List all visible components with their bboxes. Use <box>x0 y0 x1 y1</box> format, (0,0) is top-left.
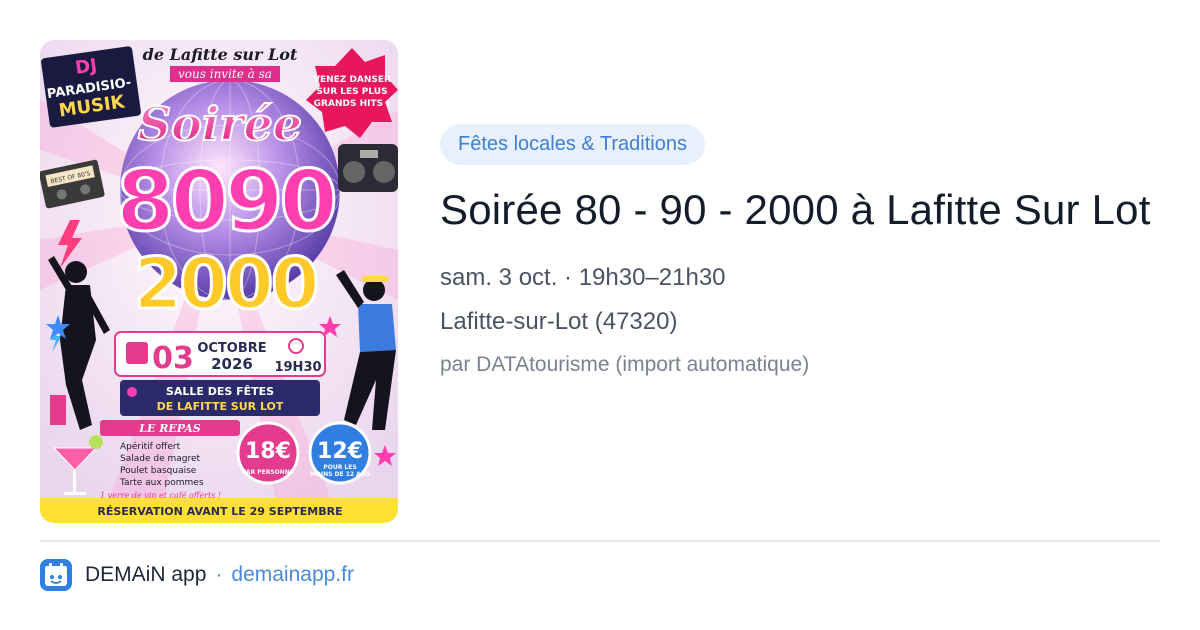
poster-venue-1: SALLE DES FÊTES <box>166 385 274 398</box>
boombox-icon <box>338 144 398 192</box>
poster-8090: 8090 <box>116 152 334 250</box>
poster-menu-item-1: Apéritif offert <box>120 441 181 452</box>
poster-promo-3: GRANDS HITS ! <box>314 99 391 109</box>
poster-time: 19H30 <box>274 360 321 375</box>
poster-year: 2026 <box>211 355 253 373</box>
event-location: Lafitte-sur-Lot (47320) <box>440 308 678 335</box>
calendar-icon <box>126 342 148 364</box>
app-logo-icon <box>40 559 72 591</box>
poster-day: 03 <box>152 341 194 376</box>
poster-header-2: vous invite à sa <box>178 67 272 81</box>
event-source: par DATAtourisme (import automatique) <box>440 353 810 376</box>
poster-artwork: DJ PARADISIO- MUSIK de Lafitte sur Lot v… <box>40 40 398 523</box>
event-info: Fêtes locales & Traditions Soirée 80 - 9… <box>440 124 1160 379</box>
poster-menu-item-2: Salade de magret <box>120 454 201 464</box>
footer-divider <box>40 540 1160 542</box>
footer: DEMAiN app · demainapp.fr <box>40 558 354 592</box>
event-meta: sam. 3 oct. · 19h30–21h30 Lafitte-sur-Lo… <box>440 263 1160 337</box>
poster-menu-item-4: Tarte aux pommes <box>119 478 204 488</box>
category-badge[interactable]: Fêtes locales & Traditions <box>440 124 705 165</box>
poster-promo-2: SUR LES PLUS <box>316 87 387 97</box>
poster-menu-item-3: Poulet basquaise <box>120 466 197 476</box>
location-pin-icon <box>127 387 137 397</box>
app-name: DEMAiN app <box>85 563 207 586</box>
poster-soiree: Soirée <box>138 97 302 151</box>
poster-price-adult-label: PAR PERSONNE <box>242 469 294 476</box>
event-datetime: sam. 3 oct. · 19h30–21h30 <box>440 264 726 291</box>
poster-reservation: RÉSERVATION AVANT LE 29 SEPTEMBRE <box>97 505 342 518</box>
event-title[interactable]: Soirée 80 - 90 - 2000 à Lafitte Sur Lot <box>440 184 1160 236</box>
poster-venue-2: DE LAFITTE SUR LOT <box>157 400 284 413</box>
poster-month: OCTOBRE <box>197 341 266 356</box>
poster-price-child-label-1: POUR LES <box>323 464 356 471</box>
footer-separator: · <box>215 563 223 586</box>
event-poster-image[interactable]: DJ PARADISIO- MUSIK de Lafitte sur Lot v… <box>40 40 398 523</box>
app-link[interactable]: demainapp.fr <box>231 563 354 587</box>
poster-menu-title: LE REPAS <box>138 422 200 435</box>
poster-dj-1: DJ <box>74 55 98 79</box>
poster-price-child-label-2: MOINS DE 12 ANS <box>310 471 370 478</box>
poster-price-adult: 18€ <box>245 439 291 464</box>
poster-price-child: 12€ <box>317 439 363 464</box>
poster-header-1: de Lafitte sur Lot <box>143 45 298 64</box>
event-preview-card[interactable]: DJ PARADISIO- MUSIK de Lafitte sur Lot v… <box>0 0 1200 630</box>
poster-promo-1: VENEZ DANSER <box>313 75 391 85</box>
poster-2000: 2000 <box>134 243 317 325</box>
